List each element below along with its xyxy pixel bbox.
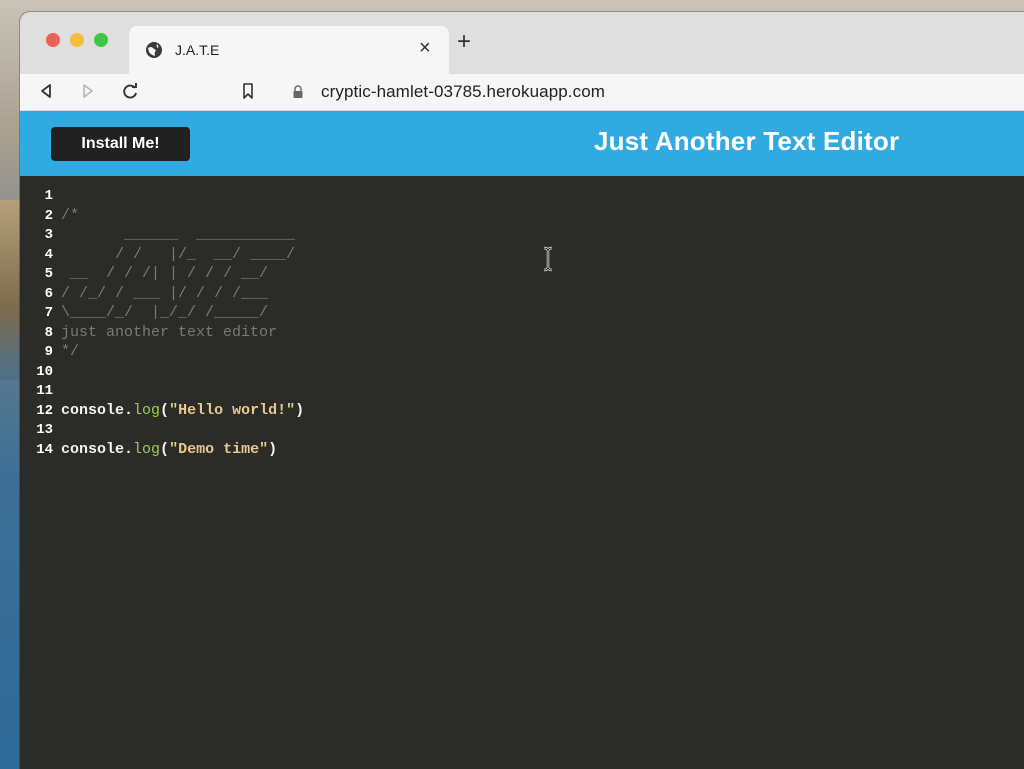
browser-window: J.A.T.E × + cryptic-hamlet-03785.herokua… [20,12,1024,769]
code-text: */ [61,343,80,360]
code-text: /* [61,206,80,224]
editor-line[interactable]: 7 \____/_/ |_/_/ /_____/ [20,303,1004,323]
editor-line[interactable]: 13 [20,420,1004,440]
editor-line[interactable]: 3 ______ ___________ [20,225,1004,245]
forward-icon[interactable] [78,81,98,101]
code-token: console [61,401,125,419]
line-number: 5 [44,266,53,282]
code-token: ( [160,401,170,419]
text-cursor-icon [543,246,553,272]
maximize-window-button[interactable] [94,33,108,47]
code-editor[interactable]: 1 2/* 3 ______ ___________ 4 / / |/_ __/ __… [20,176,1024,769]
minimize-window-button[interactable] [70,33,84,47]
code-token: . [124,401,134,419]
code-text: console.log("Hello world!") [61,402,304,419]
line-number: 10 [36,363,53,380]
code-token: log [133,401,161,419]
editor-line[interactable]: 10 [20,362,1004,382]
tab-bar: J.A.T.E × + [20,12,1024,74]
code-token: "Hello world!" [169,401,296,419]
line-number: 4 [44,246,53,263]
editor-line[interactable]: 11 [20,381,1004,401]
close-window-button[interactable] [46,33,60,47]
bookmark-icon[interactable] [238,81,258,101]
code-text: console.log("Demo time") [61,441,277,458]
back-icon[interactable] [36,81,56,101]
line-number: 3 [44,227,53,243]
editor-line[interactable]: 2 /* [20,206,1004,226]
reload-icon[interactable] [120,81,140,101]
line-number: 1 [44,188,53,204]
editor-line[interactable]: 4 / / |/_ __/ ____/ [20,245,1004,265]
desktop-background [0,200,20,380]
code-token: ) [268,440,278,458]
code-text: / / |/_ __/ ____/ [61,245,296,263]
code-token: "Demo time" [169,440,269,458]
code-text: / /_/ / ___ |/ / / /___ [61,284,269,302]
address-bar[interactable]: cryptic-hamlet-03785.herokuapp.com [321,82,605,102]
line-number: 13 [36,422,53,438]
code-token: . [124,440,134,458]
code-text: ______ ___________ [61,226,296,243]
editor-line[interactable]: 6 / /_/ / ___ |/ / / /___ [20,284,1004,304]
new-tab-button[interactable]: + [457,30,471,54]
tab-close-icon[interactable]: × [419,37,431,60]
browser-toolbar: cryptic-hamlet-03785.herokuapp.com [20,74,1024,111]
install-button[interactable]: Install Me! [51,127,190,161]
line-number: 7 [44,305,53,321]
code-token: ) [295,401,305,419]
line-number: 8 [44,324,53,341]
code-text: __ / / /| | / / / __/ [61,265,269,282]
editor-line[interactable]: 12 console.log("Hello world!") [20,401,1004,421]
code-token: log [133,440,161,458]
line-number: 6 [44,285,53,302]
code-text: \____/_/ |_/_/ /_____/ [61,304,269,321]
code-text: just another text editor [61,323,278,341]
line-number: 12 [36,402,53,419]
code-token: ( [160,440,170,458]
app-title: Just Another Text Editor [594,126,900,156]
editor-line[interactable]: 14 console.log("Demo time") [20,440,1004,460]
line-number: 9 [44,344,53,360]
tab-title: J.A.T.E [175,42,220,58]
line-number: 14 [36,441,53,458]
lock-icon [293,85,303,98]
app-header: Install Me! Just Another Text Editor [20,111,1024,176]
code-token: console [61,440,125,458]
globe-icon [146,42,162,58]
line-number: 11 [36,383,53,399]
line-number: 2 [44,207,53,224]
editor-line[interactable]: 9 */ [20,342,1004,362]
tab-jate[interactable]: J.A.T.E × [129,26,449,74]
editor-line[interactable]: 8 just another text editor [20,323,1004,343]
editor-line[interactable]: 5 __ / / /| | / / / __/ [20,264,1004,284]
editor-line[interactable]: 1 [20,186,1004,206]
